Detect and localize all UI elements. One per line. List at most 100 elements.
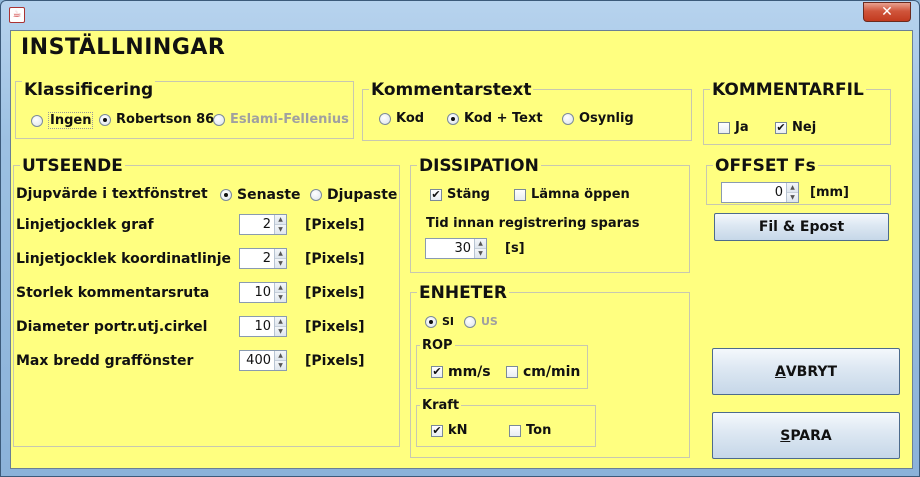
radio-ingen-label: Ingen [48,112,94,129]
utseende-title: UTSEENDE [20,156,125,176]
radio-us-label: US [481,315,498,328]
spara-mnemonic: S [780,427,791,444]
checkbox-cm-min-label: cm/min [523,364,581,380]
spara-button[interactable]: S PARA [712,412,900,459]
checkbox-cm-min[interactable]: cm/min [506,364,580,380]
title-bar[interactable]: ☕ ✕ [1,1,919,29]
tid-spinner[interactable]: 30 ▲ ▼ [425,238,487,259]
checkbox-nej-label: Nej [792,120,817,135]
max-bredd-graffonster-value[interactable]: 400 [240,351,274,370]
tid-value[interactable]: 30 [426,239,474,258]
checkbox-lamna-oppen-label: Lämna öppen [531,187,630,202]
radio-si[interactable]: SI [425,315,454,328]
linjetjocklek-graf-unit: [Pixels] [305,217,365,233]
radio-ingen[interactable]: Ingen [31,112,94,129]
kommentarstext-title: Kommentarstext [369,80,534,100]
spinner-up-icon[interactable]: ▲ [275,283,286,292]
linjetjocklek-koordinatlinje-unit: [Pixels] [305,251,365,267]
radio-djupaste[interactable]: Djupaste [310,187,397,203]
radio-kod-text-label: Kod + Text [464,111,543,126]
radio-si-label: SI [442,315,455,328]
checkbox-lamna-oppen-box [514,188,526,201]
radio-senaste-indicator [220,189,232,201]
radio-senaste[interactable]: Senaste [220,187,301,203]
checkbox-stang-box: ✔ [430,187,442,201]
radio-kod[interactable]: Kod [379,111,424,126]
spara-label: PARA [790,427,832,444]
spinner-down-icon[interactable]: ▼ [787,192,798,202]
storlek-kommentarsruta-unit: [Pixels] [305,285,365,301]
storlek-kommentarsruta-value[interactable]: 10 [240,283,274,302]
checkbox-kn[interactable]: ✔ kN [431,423,468,438]
radio-kod-text[interactable]: Kod + Text [447,111,543,126]
radio-robertson-86[interactable]: Robertson 86 [99,112,214,127]
radio-eslami-fellenius-label: Eslami-Fellenius [230,112,349,127]
checkbox-mm-s-box: ✔ [431,365,443,378]
spinner-up-icon[interactable]: ▲ [275,215,286,224]
radio-osynlig-label: Osynlig [579,111,634,126]
fil-epost-button[interactable]: Fil & Epost [714,213,889,241]
offset-value[interactable]: 0 [722,183,786,202]
checkbox-kn-label: kN [448,423,468,438]
spinner-down-icon[interactable]: ▼ [275,326,286,336]
klassificering-group: Klassificering Ingen Robertson 86 Eslami… [15,80,354,139]
offset-unit: [mm] [810,185,849,200]
max-bredd-graffonster-label: Max bredd graffönster [16,353,194,369]
storlek-kommentarsruta-spinner[interactable]: 10 ▲ ▼ [239,282,287,303]
spinner-up-icon[interactable]: ▲ [275,317,286,326]
enheter-group: ENHETER SI US ROP ✔ mm/s cm/min Kraft ✔ … [410,283,690,458]
radio-eslami-fellenius[interactable]: Eslami-Fellenius [213,112,349,127]
checkbox-kn-box: ✔ [431,423,443,437]
radio-kod-label: Kod [396,111,425,126]
spinner-down-icon[interactable]: ▼ [275,224,286,234]
checkbox-stang-label: Stäng [447,187,490,202]
checkbox-mm-s-label: mm/s [448,364,491,380]
radio-osynlig[interactable]: Osynlig [562,111,634,126]
spinner-up-icon[interactable]: ▲ [275,249,286,258]
kommentarstext-group: Kommentarstext Kod Kod + Text Osynlig [362,80,692,141]
storlek-kommentarsruta-label: Storlek kommentarsruta [16,285,210,301]
radio-djupaste-indicator [310,189,322,201]
avbryt-button[interactable]: A VBRYT [712,348,900,395]
spinner-down-icon[interactable]: ▼ [275,360,286,370]
checkbox-stang[interactable]: ✔ Stäng [430,187,490,202]
max-bredd-graffonster-spinner[interactable]: 400 ▲ ▼ [239,350,287,371]
max-bredd-graffonster-unit: [Pixels] [305,353,365,369]
linjetjocklek-koordinatlinje-value[interactable]: 2 [240,249,274,268]
offset-title: OFFSET Fs [713,156,818,176]
offset-spinner[interactable]: 0 ▲ ▼ [721,182,799,203]
java-app-icon: ☕ [9,7,25,23]
spinner-up-icon[interactable]: ▲ [275,351,286,360]
linjetjocklek-koordinatlinje-spinner[interactable]: 2 ▲ ▼ [239,248,287,269]
spinner-up-icon[interactable]: ▲ [787,183,798,192]
spinner-down-icon[interactable]: ▼ [275,258,286,268]
radio-si-indicator [425,315,437,328]
linjetjocklek-graf-spinner[interactable]: 2 ▲ ▼ [239,214,287,235]
checkbox-mm-s[interactable]: ✔ mm/s [431,364,491,380]
radio-us[interactable]: US [464,315,498,328]
radio-robertson-86-label: Robertson 86 [116,112,215,127]
checkbox-ton[interactable]: Ton [509,423,551,438]
klassificering-title: Klassificering [22,80,156,100]
checkbox-nej[interactable]: ✔ Nej [775,120,816,135]
settings-window: ☕ ✕ INSTÄLLNINGAR Klassificering Ingen R… [0,0,920,477]
close-window-button[interactable]: ✕ [863,2,911,22]
radio-kod-text-indicator [447,112,459,125]
checkbox-nej-box: ✔ [775,120,787,134]
dissipation-title: DISSIPATION [417,156,541,176]
checkbox-ton-label: Ton [526,423,552,438]
spinner-up-icon[interactable]: ▲ [475,239,486,248]
spinner-down-icon[interactable]: ▼ [275,292,286,302]
radio-senaste-label: Senaste [237,187,301,203]
kraft-group: Kraft ✔ kN Ton [416,398,596,447]
offset-group: OFFSET Fs 0 ▲ ▼ [mm] [706,156,891,205]
checkbox-lamna-oppen[interactable]: Lämna öppen [514,187,630,202]
diameter-cirkel-value[interactable]: 10 [240,317,274,336]
diameter-cirkel-spinner[interactable]: 10 ▲ ▼ [239,316,287,337]
rop-group: ROP ✔ mm/s cm/min [416,338,588,389]
linjetjocklek-graf-value[interactable]: 2 [240,215,274,234]
kommentarfil-title: KOMMENTARFIL [710,80,866,100]
spinner-down-icon[interactable]: ▼ [475,248,486,258]
radio-osynlig-indicator [562,112,574,125]
checkbox-ja[interactable]: Ja [718,120,749,135]
